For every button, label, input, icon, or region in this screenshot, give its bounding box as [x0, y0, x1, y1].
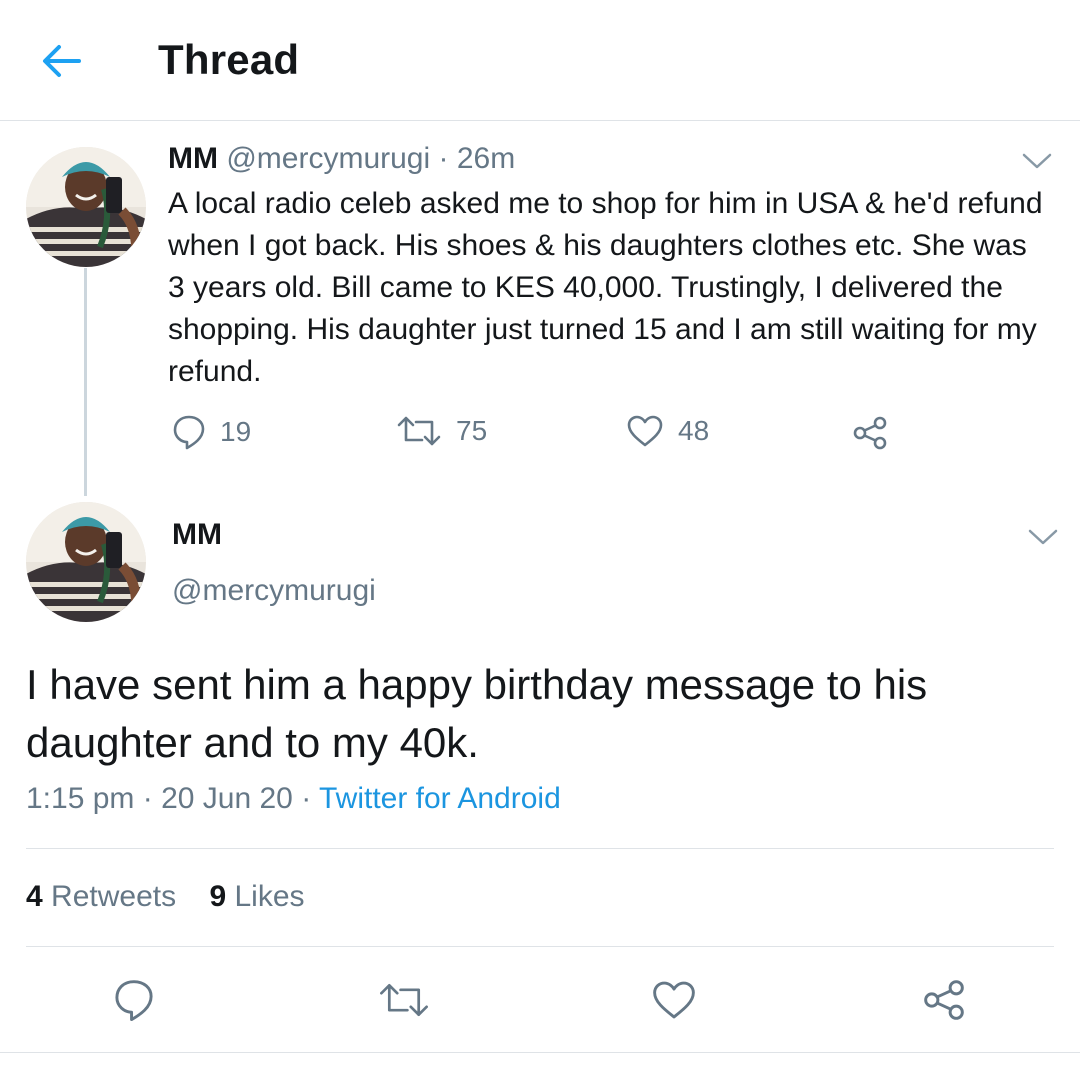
chevron-down-icon — [1028, 529, 1058, 545]
likes-stat[interactable]: 9 Likes — [209, 880, 304, 913]
tweet-source-link[interactable]: Twitter for Android — [319, 782, 561, 815]
heart-icon — [627, 415, 663, 447]
reply-button[interactable]: 19 — [172, 414, 251, 450]
separator-dot: · — [134, 782, 162, 815]
author-name[interactable]: MM — [172, 518, 222, 552]
likes-count: 9 — [209, 880, 227, 913]
share-button[interactable] — [852, 416, 888, 450]
avatar-photo — [26, 502, 146, 622]
like-button[interactable] — [639, 965, 709, 1035]
tweet-menu-button[interactable] — [1020, 150, 1054, 172]
separator-dot: · — [438, 142, 449, 175]
page-title: Thread — [158, 36, 300, 83]
back-arrow-icon — [43, 45, 81, 77]
avatar-photo — [26, 147, 146, 267]
reply-count: 19 — [220, 416, 252, 447]
share-icon — [853, 416, 887, 450]
divider — [26, 946, 1054, 947]
thread-connector — [84, 268, 87, 496]
author-name[interactable]: MM — [168, 142, 218, 175]
separator-dot: · — [292, 782, 319, 815]
share-icon — [924, 980, 964, 1020]
author-handle[interactable]: @mercymurugi — [226, 142, 430, 175]
reply-icon — [173, 415, 205, 450]
retweet-icon — [397, 416, 441, 446]
share-button[interactable] — [909, 965, 979, 1035]
tweet-menu-button[interactable] — [1026, 526, 1060, 548]
retweet-icon — [380, 983, 428, 1017]
heart-icon — [653, 981, 695, 1019]
retweet-button[interactable] — [369, 965, 439, 1035]
divider — [0, 1052, 1080, 1053]
like-count: 48 — [678, 415, 710, 446]
tweet-date: 20 Jun 20 — [161, 782, 293, 815]
likes-label: Likes — [234, 880, 305, 913]
tweet-time: 1:15 pm — [26, 782, 135, 815]
retweets-label: Retweets — [51, 880, 177, 913]
retweet-button[interactable]: 75 — [396, 414, 487, 448]
retweets-count: 4 — [26, 880, 43, 913]
avatar[interactable] — [26, 147, 146, 267]
tweet-metadata: 1:15 pm · 20 Jun 20 · Twitter for Androi… — [26, 782, 561, 816]
retweets-stat[interactable]: 4 Retweets — [26, 880, 176, 913]
tweet-time: 26m — [456, 142, 516, 175]
back-button[interactable] — [30, 34, 92, 88]
tweet-text: A local radio celeb asked me to shop for… — [168, 187, 1043, 388]
tweet-stats: 4 Retweets 9 Likes — [26, 880, 305, 914]
like-button[interactable]: 48 — [626, 414, 709, 448]
reply-button[interactable] — [99, 965, 169, 1035]
reply-icon — [115, 980, 153, 1022]
divider — [26, 848, 1054, 849]
chevron-down-icon — [1022, 153, 1052, 169]
avatar[interactable] — [26, 502, 146, 622]
tweet-text: I have sent him a happy birthday message… — [26, 661, 928, 766]
tweet-header: MM @mercymurugi · 26m — [168, 142, 515, 176]
author-handle[interactable]: @mercymurugi — [172, 574, 376, 608]
retweet-count: 75 — [456, 415, 488, 446]
